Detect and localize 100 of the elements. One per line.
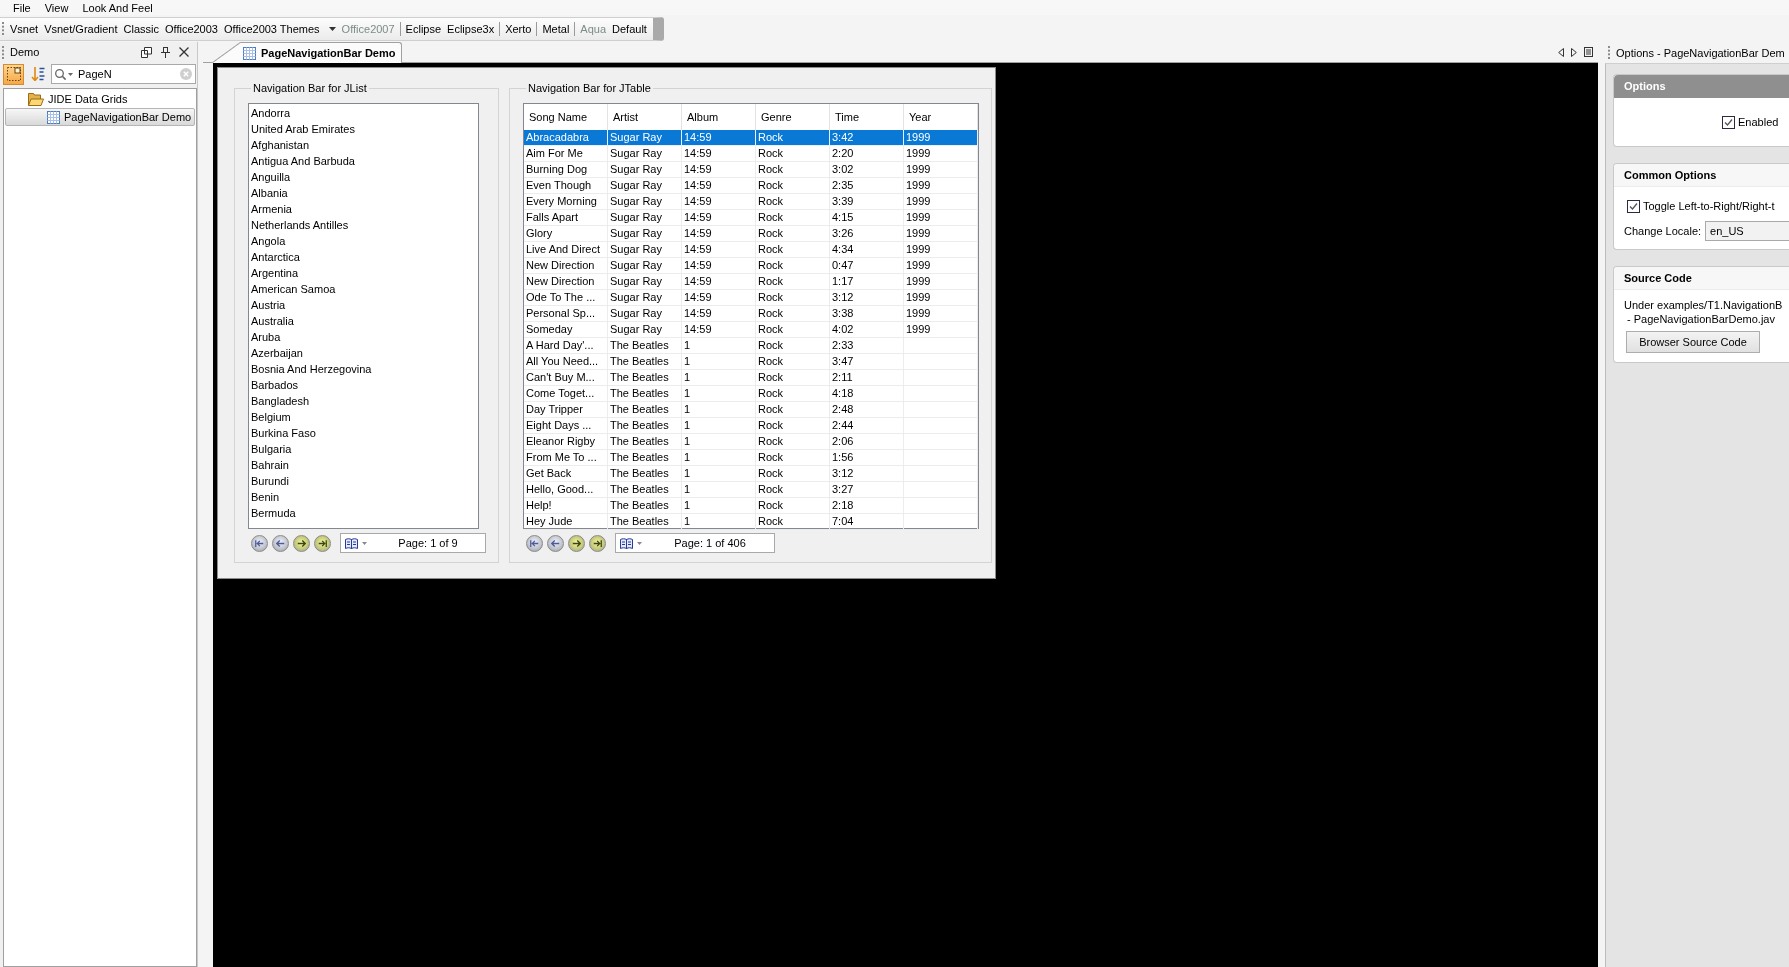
search-field[interactable]: PageN — [51, 64, 196, 84]
locale-combo[interactable]: en_US — [1705, 221, 1789, 241]
list-item[interactable]: Aruba — [250, 329, 478, 345]
list-item[interactable]: Bermuda — [250, 505, 478, 521]
list-item[interactable]: Afghanistan — [250, 137, 478, 153]
table-row[interactable]: Glory Sugar Ray 14:59 Rock 3:26 1999 — [524, 226, 978, 242]
list-item[interactable]: Antigua And Barbuda — [250, 153, 478, 169]
section-header[interactable]: Source Code — [1614, 267, 1789, 290]
table-row[interactable]: From Me To ... The Beatles 1 Rock 1:56 — [524, 450, 978, 466]
checkbox[interactable] — [1722, 115, 1735, 129]
table-row[interactable]: Ode To The ... Sugar Ray 14:59 Rock 3:12 1999 — [524, 290, 978, 306]
last-page-button[interactable] — [589, 534, 606, 552]
close-icon[interactable] — [179, 47, 189, 57]
toolbar-button[interactable]: Classic — [120, 18, 162, 39]
list-item[interactable]: Bahrain — [250, 457, 478, 473]
source-code-button[interactable]: Browser Source Code — [1626, 331, 1760, 353]
section-header[interactable]: Common Options — [1614, 164, 1789, 187]
pin-icon[interactable] — [161, 46, 170, 58]
list-item[interactable]: Netherlands Antilles — [250, 217, 478, 233]
list-item[interactable]: Andorra — [250, 105, 478, 121]
list-item[interactable]: Angola — [250, 233, 478, 249]
table-row[interactable]: Live And Direct Sugar Ray 14:59 Rock 4:34 1999 — [524, 242, 978, 258]
toolbar-button[interactable]: Default — [609, 18, 650, 39]
list-item[interactable]: Austria — [250, 297, 478, 313]
table-row[interactable]: Aim For Me Sugar Ray 14:59 Rock 2:20 1999 — [524, 146, 978, 162]
checkbox-label[interactable]: Enabled — [1738, 116, 1779, 128]
scroll-left-icon[interactable] — [1558, 47, 1564, 57]
page-selector[interactable]: Page: 1 of 9 — [340, 533, 486, 553]
panel-title: Demo — [10, 46, 41, 58]
menu-item[interactable]: View — [37, 0, 76, 15]
document-tab[interactable]: PageNavigationBar Demo — [212, 42, 403, 63]
next-page-button[interactable] — [293, 534, 310, 552]
toolbar-dropdown[interactable]: Office2003 Themes — [221, 18, 339, 39]
next-page-button[interactable] — [568, 534, 585, 552]
toolbar-button[interactable]: Eclipse3x — [444, 18, 498, 39]
table-row[interactable]: Day Tripper The Beatles 1 Rock 2:48 — [524, 402, 978, 418]
table-row[interactable]: Hello, Good... The Beatles 1 Rock 3:27 — [524, 482, 978, 498]
list-item[interactable]: Bangladesh — [250, 393, 478, 409]
toolbar-button[interactable]: Metal — [539, 18, 573, 39]
scroll-right-icon[interactable] — [1571, 47, 1577, 57]
checkbox[interactable] — [1627, 199, 1640, 213]
menu-item[interactable]: Look And Feel — [75, 0, 160, 15]
table-row[interactable]: Help! The Beatles 1 Rock 2:18 — [524, 498, 978, 514]
table-row[interactable]: Eight Days ... The Beatles 1 Rock 2:44 — [524, 418, 978, 434]
list-item[interactable]: Azerbaijan — [250, 345, 478, 361]
table-row[interactable]: Falls Apart Sugar Ray 14:59 Rock 4:15 1999 — [524, 210, 978, 226]
table-row[interactable]: Even Though Sugar Ray 14:59 Rock 2:35 1999 — [524, 178, 978, 194]
tree-item[interactable]: JIDE Data Grids — [5, 90, 195, 108]
list-item[interactable]: Benin — [250, 489, 478, 505]
table-row[interactable]: Burning Dog Sugar Ray 14:59 Rock 3:02 1999 — [524, 162, 978, 178]
list-item[interactable]: Argentina — [250, 265, 478, 281]
toolbar-button[interactable]: Vsnet — [7, 18, 42, 39]
list-item[interactable]: Australia — [250, 313, 478, 329]
table-row[interactable]: A Hard Day'... The Beatles 1 Rock 2:33 — [524, 338, 978, 354]
list-item[interactable]: Antarctica — [250, 249, 478, 265]
list-item[interactable]: Bosnia And Herzegovina — [250, 361, 478, 377]
table-row[interactable]: Someday Sugar Ray 14:59 Rock 4:02 1999 — [524, 322, 978, 338]
tree-item[interactable]: PageNavigationBar Demo — [5, 108, 195, 126]
list-icon[interactable] — [1584, 47, 1593, 57]
table-cell: Rock — [756, 434, 830, 450]
list-item[interactable]: Armenia — [250, 201, 478, 217]
list-item[interactable]: Belgium — [250, 409, 478, 425]
list-item[interactable]: American Samoa — [250, 281, 478, 297]
table-row[interactable]: New Direction Sugar Ray 14:59 Rock 0:47 1999 — [524, 258, 978, 274]
toolbar-button[interactable]: Office2003 — [161, 18, 221, 39]
skip-forward-icon — [593, 538, 602, 548]
checkbox-label[interactable]: Toggle Left-to-Right/Right-t — [1643, 200, 1775, 212]
table-row[interactable]: All You Need... The Beatles 1 Rock 3:47 — [524, 354, 978, 370]
table-cell: Falls Apart — [524, 210, 608, 226]
table-row[interactable]: Abracadabra Sugar Ray 14:59 Rock 3:42 1999 — [524, 130, 978, 146]
list-item[interactable]: Bulgaria — [250, 441, 478, 457]
table-cell: 1999 — [904, 226, 978, 242]
toolbar-button[interactable]: Eclipse — [402, 18, 445, 39]
toolbar-button[interactable]: Xerto — [502, 18, 535, 39]
table-cell: New Direction — [524, 258, 608, 274]
table-cell: The Beatles — [608, 450, 682, 466]
list-item[interactable]: Albania — [250, 185, 478, 201]
page-selector[interactable]: Page: 1 of 406 — [615, 533, 775, 553]
table-row[interactable]: Come Toget... The Beatles 1 Rock 4:18 — [524, 386, 978, 402]
list-item[interactable]: United Arab Emirates — [250, 121, 478, 137]
last-page-button[interactable] — [314, 534, 331, 552]
table-cell: Sugar Ray — [608, 162, 682, 178]
list-item[interactable]: Anguilla — [250, 169, 478, 185]
list-item[interactable]: Burkina Faso — [250, 425, 478, 441]
list-item[interactable]: Burundi — [250, 473, 478, 489]
table-row[interactable]: Hey Jude The Beatles 1 Rock 7:04 — [524, 514, 978, 530]
table-row[interactable]: Get Back The Beatles 1 Rock 3:12 — [524, 466, 978, 482]
table-cell: Rock — [756, 514, 830, 530]
toolbar-toggle[interactable] — [3, 63, 24, 85]
table-row[interactable]: New Direction Sugar Ray 14:59 Rock 1:17 1999 — [524, 274, 978, 290]
list-item[interactable]: Barbados — [250, 377, 478, 393]
menu-item[interactable]: File — [6, 0, 38, 15]
table-row[interactable]: Eleanor Rigby The Beatles 1 Rock 2:06 — [524, 434, 978, 450]
table-cell: Every Morning — [524, 194, 608, 210]
table-row[interactable]: Can't Buy M... The Beatles 1 Rock 2:11 — [524, 370, 978, 386]
table-cell: 3:12 — [830, 290, 904, 306]
table-row[interactable]: Personal Sp... Sugar Ray 14:59 Rock 3:38 1999 — [524, 306, 978, 322]
table-row[interactable]: Every Morning Sugar Ray 14:59 Rock 3:39 1999 — [524, 194, 978, 210]
float-icon[interactable] — [141, 46, 152, 58]
toolbar-button[interactable]: Vsnet/Gradient — [41, 18, 121, 39]
